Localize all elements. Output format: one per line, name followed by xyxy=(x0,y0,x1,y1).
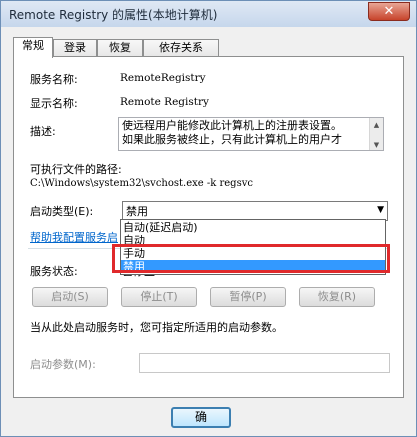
tab-general[interactable]: 常规 xyxy=(13,37,53,58)
tab-logon[interactable]: 登录 xyxy=(53,39,97,57)
start-params-input[interactable] xyxy=(139,353,390,373)
option-auto-delayed[interactable]: 自动(延迟启动) xyxy=(121,221,385,234)
description-scrollbar[interactable]: ▲ ▼ xyxy=(369,118,383,150)
display-name-label: 显示名称: xyxy=(30,97,78,110)
help-configure-link[interactable]: 帮助我配置服务启 xyxy=(30,229,118,245)
start-params-hint: 当从此处启动服务时，您可指定所适用的启动参数。 xyxy=(30,321,283,334)
pause-button[interactable]: 暂停(P) xyxy=(210,287,286,307)
startup-type-combobox[interactable]: 禁用 ▼ xyxy=(122,201,388,221)
ok-button[interactable]: 确 xyxy=(171,407,231,428)
tab-dependencies[interactable]: 依存关系 xyxy=(143,39,219,57)
display-name-value: Remote Registry xyxy=(120,96,209,108)
title-bar[interactable]: Remote Registry 的属性(本地计算机) ✕ xyxy=(1,1,416,27)
service-name-label: 服务名称: xyxy=(30,73,78,86)
exe-path-label: 可执行文件的路径: xyxy=(30,163,122,176)
startup-type-label: 启动类型(E): xyxy=(30,205,94,218)
close-button[interactable]: ✕ xyxy=(368,2,410,21)
chevron-down-icon[interactable]: ▼ xyxy=(377,205,384,215)
resume-button[interactable]: 恢复(R) xyxy=(299,287,375,307)
scroll-down-icon[interactable]: ▼ xyxy=(370,138,383,149)
start-params-label: 启动参数(M): xyxy=(30,358,96,371)
description-line-2: 如果此服务被终止，只有此计算机上的用户才 xyxy=(122,133,342,146)
scroll-up-icon[interactable]: ▲ xyxy=(370,118,383,129)
service-name-value: RemoteRegistry xyxy=(120,72,206,84)
start-button[interactable]: 启动(S) xyxy=(32,287,108,307)
description-box[interactable]: 使远程用户能修改此计算机上的注册表设置。 如果此服务被终止，只有此计算机上的用户… xyxy=(118,117,384,151)
description-line-1: 使远程用户能修改此计算机上的注册表设置。 xyxy=(122,119,342,132)
stop-button[interactable]: 停止(T) xyxy=(121,287,197,307)
exe-path-value: C:\Windows\system32\svchost.exe -k regsv… xyxy=(30,178,253,189)
window-title: Remote Registry 的属性(本地计算机) xyxy=(9,8,218,22)
properties-dialog: Remote Registry 的属性(本地计算机) ✕ 常规 登录 恢复 依存… xyxy=(0,0,417,437)
description-label: 描述: xyxy=(30,125,56,138)
tab-recovery[interactable]: 恢复 xyxy=(97,39,143,57)
service-status-label: 服务状态: xyxy=(30,265,78,278)
startup-type-value: 禁用 xyxy=(126,205,148,218)
highlight-annotation xyxy=(112,244,390,273)
